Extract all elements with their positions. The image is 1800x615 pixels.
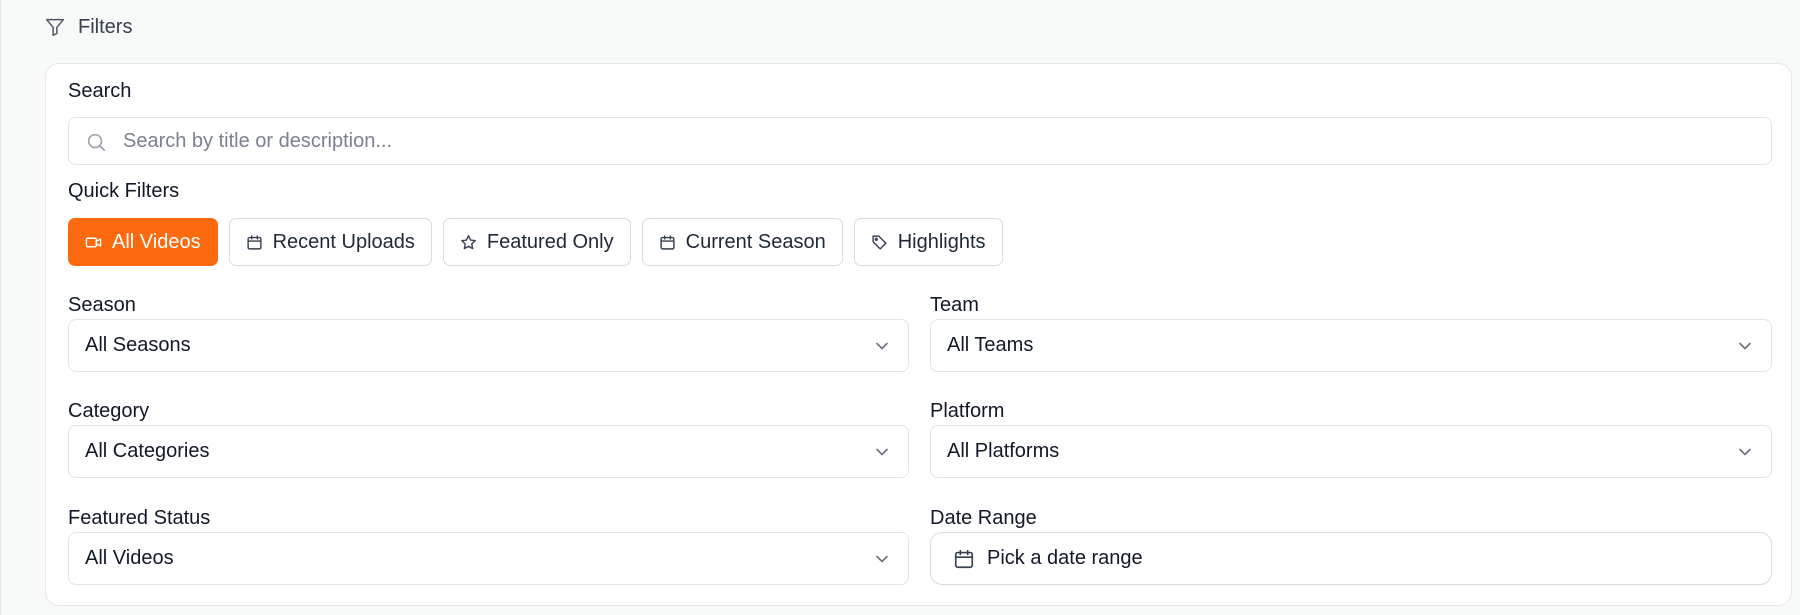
featured-status-select[interactable]: All Videos [68, 532, 909, 585]
calendar-icon [954, 549, 974, 568]
season-value: All Seasons [85, 334, 191, 356]
chevron-down-icon [1739, 448, 1751, 456]
platform-select[interactable]: All Platforms [930, 425, 1772, 478]
search-label: Search [68, 80, 132, 102]
quick-filters-label: Quick Filters [68, 180, 180, 202]
tag-icon [872, 234, 887, 250]
quick-filters: All Videos Recent Uploads Featured Only … [68, 218, 1003, 266]
chip-label: Current Season [685, 230, 826, 253]
chip-label: Recent Uploads [272, 230, 415, 253]
team-value: All Teams [947, 334, 1034, 356]
star-icon [460, 234, 476, 249]
filters-panel: Filters Search Quick Filters All Videos … [0, 0, 1800, 615]
chip-label: Featured Only [486, 230, 614, 253]
search-field[interactable] [68, 117, 1772, 165]
season-select[interactable]: All Seasons [68, 319, 909, 372]
chevron-down-icon [876, 342, 888, 350]
chevron-down-icon [1739, 342, 1751, 350]
category-select[interactable]: All Categories [68, 425, 909, 478]
filters-card: Search Quick Filters All Videos Recent U… [45, 63, 1792, 606]
quick-filter-recent-uploads[interactable]: Recent Uploads [228, 218, 432, 266]
filter-icon [46, 18, 64, 36]
filters-header: Filters [44, 14, 132, 40]
chevron-down-icon [876, 448, 888, 456]
quick-filter-highlights[interactable]: Highlights [853, 218, 1003, 266]
featured-status-value: All Videos [85, 547, 174, 569]
season-label: Season [68, 294, 136, 316]
calendar-icon [660, 234, 675, 250]
quick-filter-featured-only[interactable]: Featured Only [442, 218, 631, 266]
platform-value: All Platforms [947, 440, 1060, 462]
filters-title: Filters [78, 15, 133, 38]
quick-filter-all-videos[interactable]: All Videos [68, 218, 218, 266]
team-label: Team [930, 294, 979, 316]
video-icon [85, 237, 102, 247]
team-select[interactable]: All Teams [930, 319, 1772, 372]
date-range-label: Date Range [930, 507, 1037, 529]
quick-filter-current-season[interactable]: Current Season [641, 218, 843, 266]
date-range-placeholder: Pick a date range [987, 547, 1143, 569]
search-input[interactable] [123, 118, 1723, 164]
chip-label: Highlights [897, 230, 986, 253]
category-label: Category [68, 400, 150, 422]
platform-label: Platform [930, 400, 1005, 422]
featured-status-label: Featured Status [68, 507, 211, 529]
search-icon [87, 133, 106, 152]
chevron-down-icon [876, 555, 888, 563]
date-range-button[interactable]: Pick a date range [930, 532, 1772, 585]
category-value: All Categories [85, 440, 210, 462]
calendar-icon [246, 234, 262, 250]
chip-label: All Videos [112, 230, 201, 253]
